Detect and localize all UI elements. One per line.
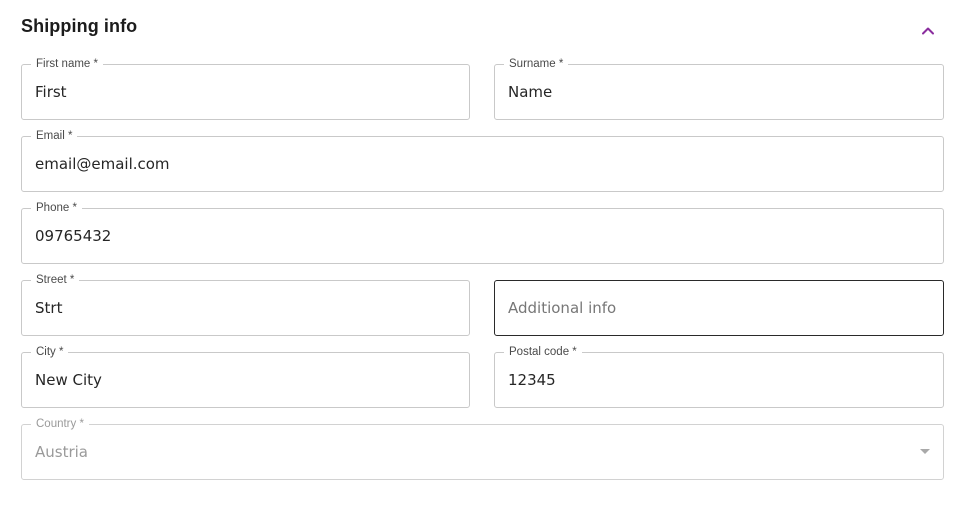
shipping-info-section: Shipping info First name * Surname * Ema… <box>0 0 970 505</box>
surname-field: Surname * <box>494 56 944 120</box>
phone-input[interactable] <box>35 209 930 263</box>
postal-code-field: Postal code * <box>494 344 944 408</box>
additional-info-input[interactable] <box>508 281 930 335</box>
country-select[interactable]: Country * <box>21 416 944 480</box>
additional-info-field <box>494 280 944 336</box>
city-input[interactable] <box>35 353 456 407</box>
first-name-field: First name * <box>21 56 470 120</box>
phone-field: Phone * <box>21 200 944 264</box>
postal-code-input[interactable] <box>508 353 930 407</box>
collapse-toggle-button[interactable] <box>914 17 942 43</box>
email-input[interactable] <box>35 137 930 191</box>
city-field: City * <box>21 344 470 408</box>
dropdown-arrow-icon <box>920 449 930 454</box>
email-field: Email * <box>21 128 944 192</box>
first-name-input[interactable] <box>35 65 456 119</box>
street-field: Street * <box>21 272 470 336</box>
surname-input[interactable] <box>508 65 930 119</box>
section-title: Shipping info <box>21 16 138 36</box>
street-input[interactable] <box>35 281 456 335</box>
chevron-up-icon <box>922 27 934 34</box>
country-value <box>35 425 930 479</box>
